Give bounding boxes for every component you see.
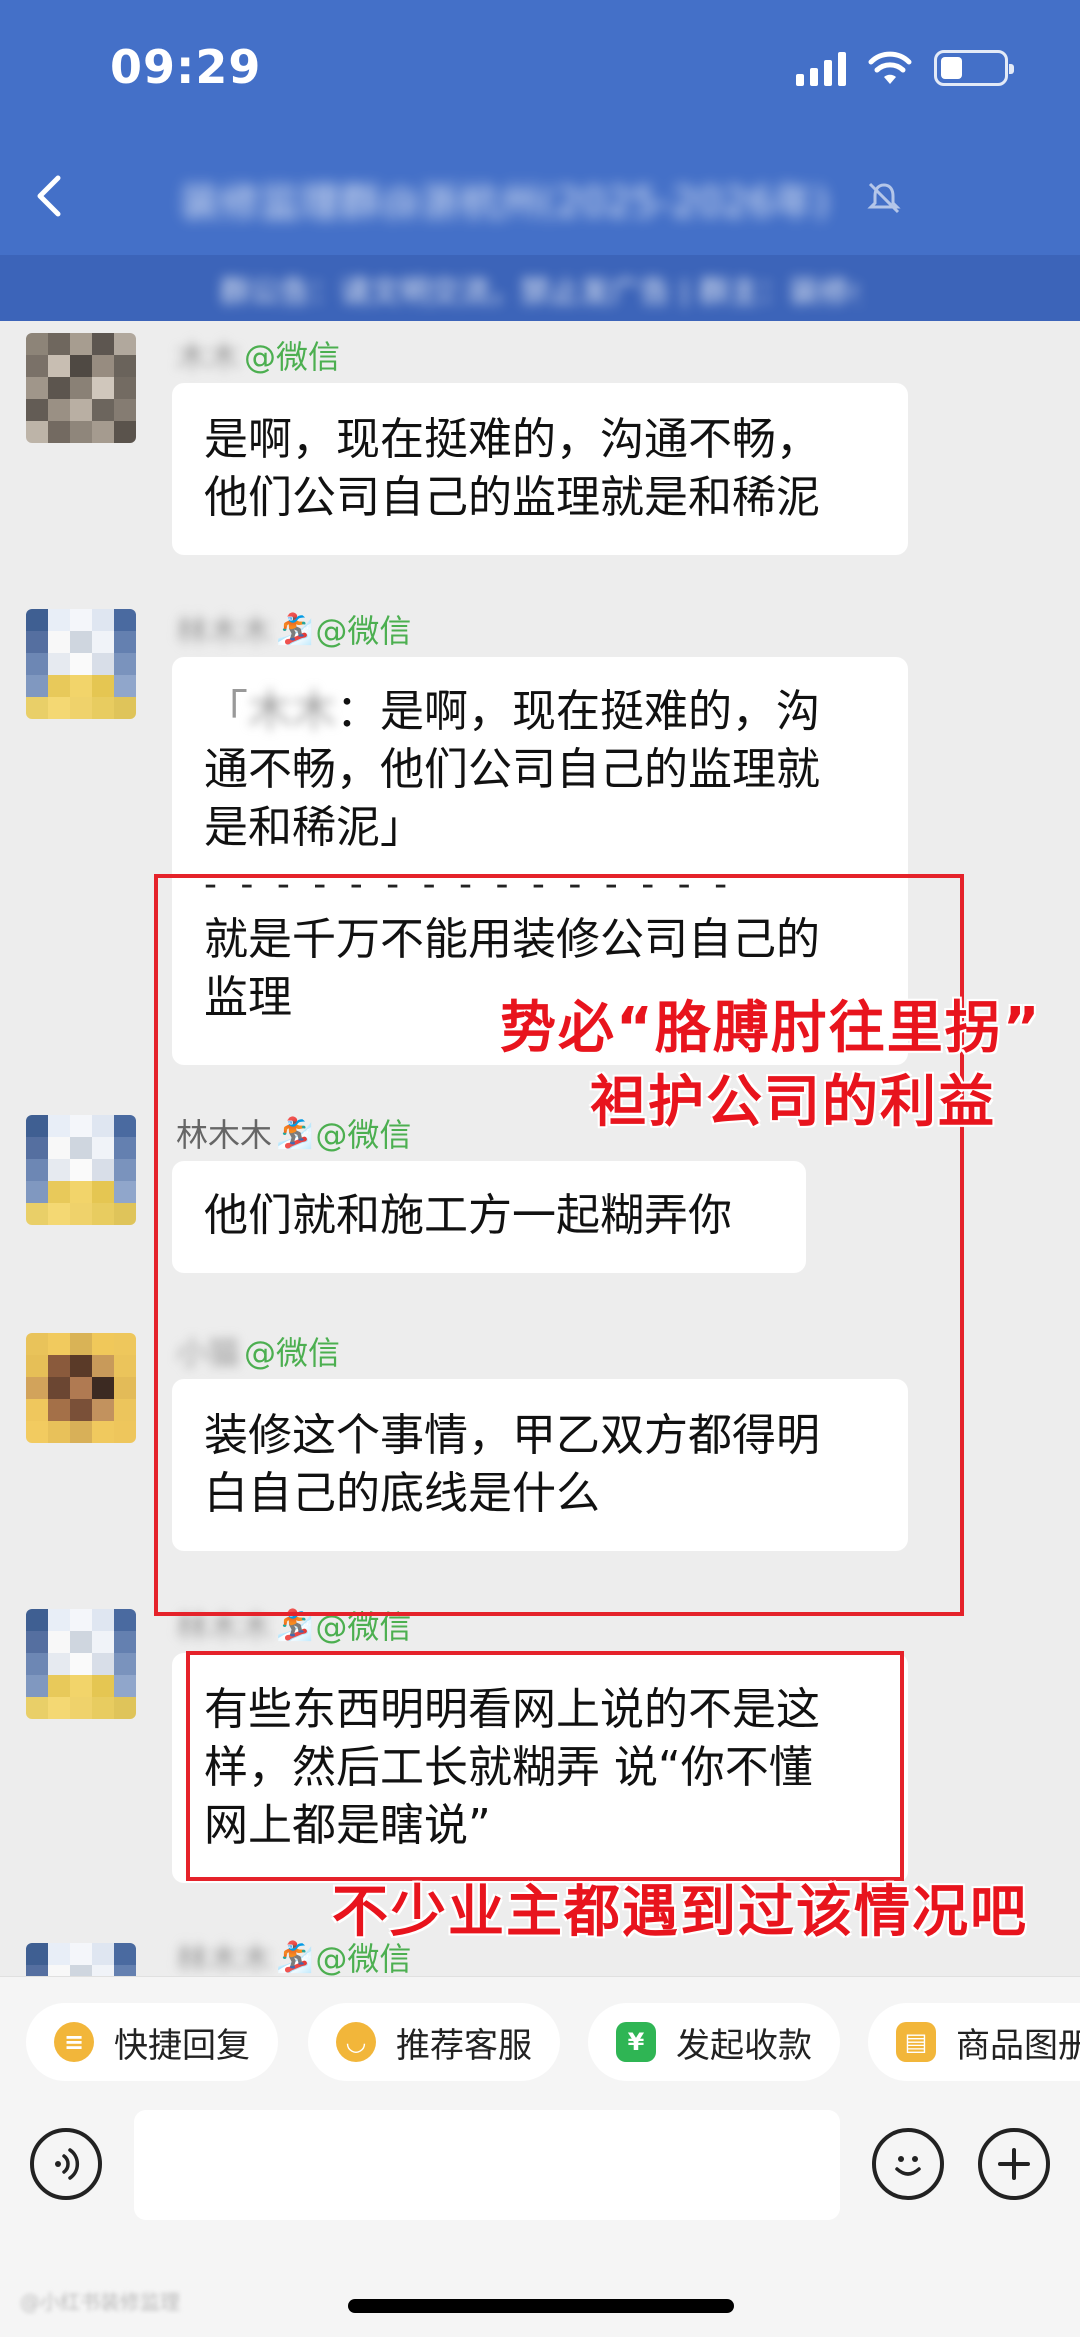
sender-source: @微信 xyxy=(315,612,412,650)
message-list[interactable]: 木木 @微信 是啊，现在挺难的，沟通不畅， 他们公司自己的监理就是和稀泥 林木木… xyxy=(0,321,1080,1976)
quick-action-label: 商品图册 xyxy=(956,2025,1080,2066)
annotation-text: 袒护公司的利益 xyxy=(590,1070,996,1135)
status-bar: 09:29 xyxy=(0,0,1080,140)
status-icons xyxy=(796,50,1014,86)
sender-name-text: 木木 xyxy=(176,338,241,376)
document-icon: ▤ xyxy=(896,2022,936,2062)
group-notice-bar[interactable]: 群公告：请文明交流，禁止发广告 | 群主：装修小助手 xyxy=(0,255,1080,321)
voice-icon xyxy=(55,2148,80,2180)
avatar[interactable] xyxy=(26,333,136,443)
group-notice-text: 群公告：请文明交流，禁止发广告 | 群主：装修小助手 xyxy=(220,275,860,307)
sender-name-text: 林木木 xyxy=(176,612,273,650)
collect-payment-button[interactable]: ¥ 发起收款 xyxy=(588,2003,840,2081)
snowboarder-emoji-icon: 🏂 xyxy=(276,1939,314,1975)
sender-name: 木木 @微信 xyxy=(176,335,341,376)
more-button[interactable] xyxy=(978,2128,1050,2200)
message-bubble[interactable]: 是啊，现在挺难的，沟通不畅， 他们公司自己的监理就是和稀泥 xyxy=(172,383,908,555)
quick-reply-button[interactable]: ≡ 快捷回复 xyxy=(26,2003,278,2081)
nav-bar: 装修监理群@浙杭州(2025-2026年) xyxy=(0,140,1080,255)
battery-level xyxy=(941,57,962,79)
back-button[interactable] xyxy=(20,166,80,226)
message-line: 是啊，现在挺难的，沟通不畅， xyxy=(204,414,820,465)
mute-bell-icon xyxy=(867,182,901,214)
quick-action-label: 推荐客服 xyxy=(396,2025,532,2066)
yuan-icon: ¥ xyxy=(616,2022,656,2062)
annotation-text: 不少业主都遇到过该情况吧 xyxy=(332,1880,1028,1945)
product-catalog-button[interactable]: ▤ 商品图册 xyxy=(868,2003,1080,2081)
sender-name: 林木木 🏂 @微信 xyxy=(176,609,412,651)
smile-icon: ◡ xyxy=(336,2022,376,2062)
voice-input-button[interactable] xyxy=(30,2128,102,2200)
quote-line: 通不畅，他们公司自己的监理就 xyxy=(204,744,820,795)
avatar[interactable] xyxy=(26,1115,136,1225)
quoted-message: 「木木：是啊，现在挺难的，沟 xyxy=(204,683,876,741)
status-time: 09:29 xyxy=(110,40,262,94)
avatar[interactable] xyxy=(26,1609,136,1719)
signal-icon xyxy=(796,50,846,86)
snowboarder-emoji-icon: 🏂 xyxy=(276,611,314,647)
quick-action-label: 快捷回复 xyxy=(114,2025,250,2066)
emoji-button[interactable] xyxy=(872,2128,944,2200)
message-input[interactable] xyxy=(134,2110,840,2220)
smile-face-icon xyxy=(895,2156,921,2176)
avatar[interactable] xyxy=(26,1333,136,1443)
recommend-service-button[interactable]: ◡ 推荐客服 xyxy=(308,2003,560,2081)
home-indicator[interactable] xyxy=(348,2299,734,2313)
message-line: 他们公司自己的监理就是和稀泥 xyxy=(204,472,820,523)
annotation-text: 势必“胳膊肘往里拐” xyxy=(500,996,1042,1061)
sender-source: @微信 xyxy=(244,338,341,376)
plus-icon xyxy=(998,2148,1030,2180)
highlight-box xyxy=(186,1651,904,1881)
wifi-icon xyxy=(868,51,912,84)
quote-line: ：是啊，现在挺难的，沟 xyxy=(336,686,820,737)
avatar[interactable] xyxy=(26,1943,136,1976)
watermark: @小红书装修监理 xyxy=(20,2290,180,2314)
chat-title[interactable]: 装修监理群@浙杭州(2025-2026年) xyxy=(180,170,860,220)
quick-action-label: 发起收款 xyxy=(676,2025,812,2066)
quoted-sender: 木木 xyxy=(248,686,336,737)
sender-name-text: 林木木 xyxy=(176,1940,273,1976)
chat-bubble-icon: ≡ xyxy=(54,2022,94,2062)
quick-action-bar: ≡ 快捷回复 ◡ 推荐客服 ¥ 发起收款 ▤ 商品图册 xyxy=(0,1976,1080,2096)
quote-line: 是和稀泥」 xyxy=(204,802,424,853)
battery-icon xyxy=(934,50,1014,86)
avatar[interactable] xyxy=(26,609,136,719)
highlight-box xyxy=(154,874,964,1616)
